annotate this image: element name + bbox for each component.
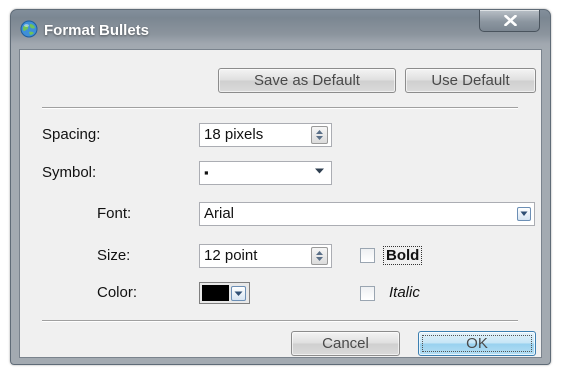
font-label: Font: — [97, 205, 132, 222]
color-dropdown-button[interactable] — [231, 286, 246, 301]
title-bar[interactable]: Format Bullets — [11, 10, 550, 48]
close-x-icon — [504, 15, 517, 26]
color-picker[interactable] — [199, 282, 250, 304]
size-value: 12 point — [204, 247, 258, 264]
font-dropdown-button[interactable] — [517, 207, 531, 221]
italic-label[interactable]: Italic — [389, 284, 420, 301]
spin-up-down-icon — [316, 130, 323, 140]
chevron-down-icon — [520, 211, 528, 216]
app-globe-icon — [20, 20, 38, 38]
font-value: Arial — [204, 205, 235, 222]
symbol-dropdown[interactable]: ▪ — [199, 161, 332, 185]
ok-button[interactable]: OK — [418, 331, 536, 356]
dialog-body: Save as Default Use Default Spacing: 18 … — [19, 49, 542, 358]
italic-checkbox[interactable] — [360, 286, 375, 301]
color-swatch — [202, 285, 229, 301]
symbol-label: Symbol: — [42, 164, 97, 181]
size-stepper[interactable]: 12 point — [199, 244, 332, 268]
bold-label[interactable]: Bold — [383, 246, 423, 265]
dialog-title: Format Bullets — [44, 22, 150, 39]
separator-top — [42, 107, 518, 109]
cancel-button[interactable]: Cancel — [291, 331, 400, 356]
chevron-down-icon — [315, 168, 324, 174]
spacing-stepper[interactable]: 18 pixels — [199, 123, 332, 147]
close-button[interactable] — [479, 10, 540, 32]
spacing-label: Spacing: — [42, 126, 101, 143]
size-spin-buttons[interactable] — [311, 247, 328, 265]
save-as-default-button[interactable]: Save as Default — [218, 68, 396, 93]
size-label: Size: — [97, 247, 131, 264]
chevron-down-icon — [234, 291, 243, 296]
spin-up-down-icon — [316, 251, 323, 261]
use-default-button[interactable]: Use Default — [405, 68, 536, 93]
symbol-value: ▪ — [204, 165, 209, 180]
ok-label: OK — [422, 335, 532, 352]
font-dropdown[interactable]: Arial — [199, 202, 535, 226]
bold-checkbox[interactable] — [360, 248, 375, 263]
color-label: Color: — [97, 284, 138, 301]
spacing-spin-buttons[interactable] — [311, 126, 328, 144]
spacing-value: 18 pixels — [204, 126, 264, 143]
format-bullets-dialog: Format Bullets Save as Default Use Defau… — [10, 9, 551, 365]
separator-bottom — [42, 320, 518, 322]
